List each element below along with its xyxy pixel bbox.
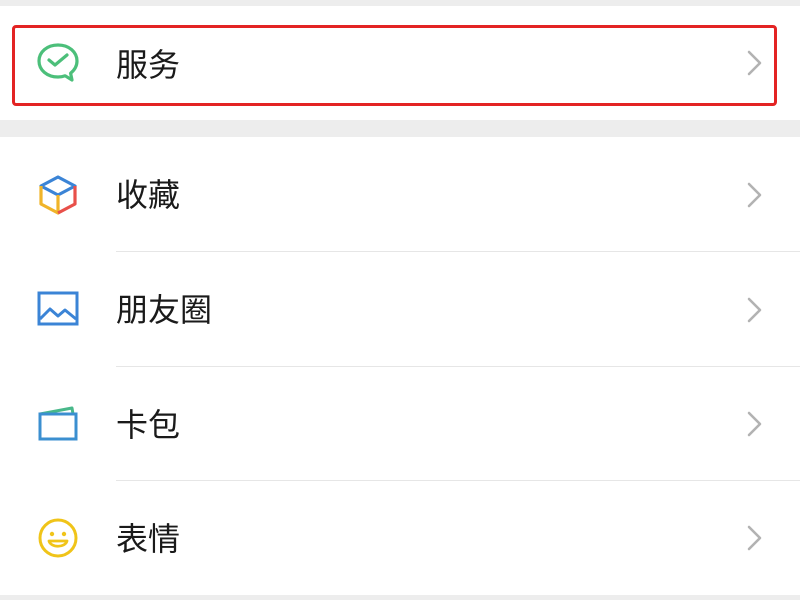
smiley-face-icon bbox=[38, 518, 78, 558]
chevron-right-icon bbox=[747, 411, 762, 437]
chevron-right-icon bbox=[747, 297, 762, 323]
menu-item-label: 服务 bbox=[116, 46, 181, 84]
menu-item-cards[interactable]: 卡包 bbox=[0, 367, 800, 481]
menu-item-favorites[interactable]: 收藏 bbox=[0, 137, 800, 252]
menu-item-label: 卡包 bbox=[116, 406, 181, 444]
chevron-right-icon bbox=[747, 525, 762, 551]
menu-item-stickers[interactable]: 表情 bbox=[0, 481, 800, 595]
menu-item-label: 朋友圈 bbox=[116, 291, 213, 329]
card-wallet-icon bbox=[38, 406, 78, 441]
menu-item-label: 表情 bbox=[116, 520, 181, 558]
menu-item-moments[interactable]: 朋友圈 bbox=[0, 252, 800, 367]
favorites-cube-icon bbox=[39, 175, 77, 215]
menu-item-services[interactable]: 服务 bbox=[0, 6, 800, 120]
chevron-right-icon bbox=[747, 182, 762, 208]
menu-item-label: 收藏 bbox=[116, 176, 181, 214]
moments-photo-icon bbox=[37, 291, 79, 326]
chevron-right-icon bbox=[747, 50, 762, 76]
services-group: 服务 bbox=[0, 6, 800, 120]
main-menu-group: 收藏 朋友圈 卡包 表情 bbox=[0, 137, 800, 595]
services-icon bbox=[37, 43, 79, 82]
